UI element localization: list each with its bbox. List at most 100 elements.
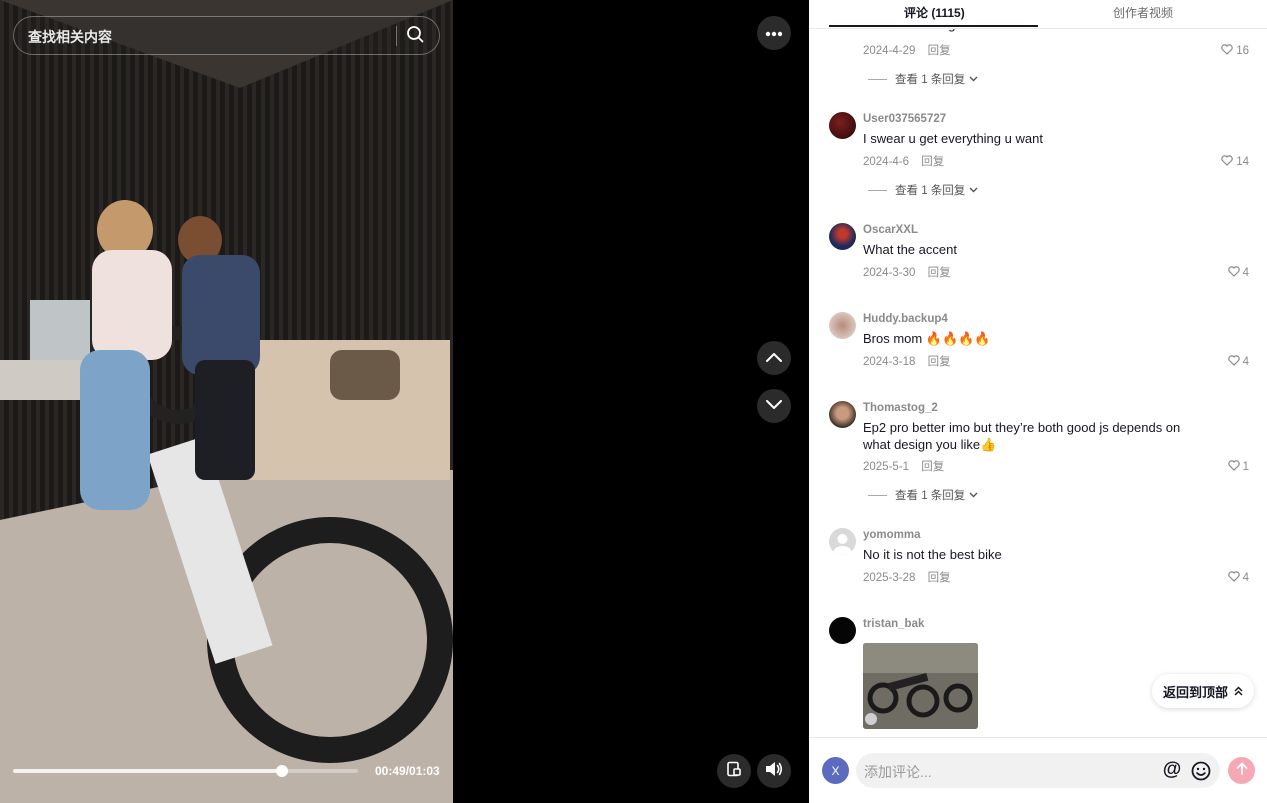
more-options-button[interactable] <box>757 16 791 50</box>
tab-comments[interactable]: 评论 (1115) <box>904 4 965 21</box>
double-chevron-up-icon <box>1234 684 1243 699</box>
comment-text: What the accent <box>863 242 957 257</box>
volume-icon <box>765 761 783 782</box>
avatar[interactable] <box>829 312 856 339</box>
like-button[interactable]: 4 <box>1227 355 1249 369</box>
heart-icon <box>1227 266 1240 280</box>
chevron-down-icon <box>969 73 978 85</box>
more-horizontal-icon <box>765 24 783 42</box>
heart-icon <box>1227 571 1240 585</box>
comment-date: 2024-3-30 <box>863 267 916 279</box>
emoji-icon[interactable] <box>1190 760 1212 782</box>
tab-creator-videos[interactable]: 创作者视频 <box>1113 4 1173 21</box>
video-search-box[interactable]: 查找相关内容 <box>13 16 440 55</box>
like-count: 16 <box>1236 45 1249 57</box>
avatar[interactable] <box>829 112 856 139</box>
comment-username[interactable]: OscarXXL <box>863 224 918 236</box>
comment-username[interactable]: yomomma <box>863 529 921 541</box>
chevron-up-icon <box>766 349 782 367</box>
comment-username[interactable]: User037565727 <box>863 113 946 125</box>
like-count: 1 <box>1242 461 1249 473</box>
picture-in-picture-icon <box>726 761 742 782</box>
video-progress-bar[interactable] <box>13 765 358 777</box>
comment-meta: 2024-4-29 回复 <box>863 42 951 58</box>
reply-button[interactable]: 回复 <box>928 572 951 584</box>
comment-meta: 2024-3-30 回复 <box>863 264 951 280</box>
chevron-down-icon <box>766 397 782 415</box>
like-count: 4 <box>1242 356 1249 368</box>
comment-image[interactable] <box>863 643 978 729</box>
arrow-up-icon <box>1236 762 1248 780</box>
view-replies-label: 查看 1 条回复 <box>895 185 966 197</box>
video-frame[interactable]: 查找相关内容 00:49/01:03 <box>0 0 453 803</box>
reply-button[interactable]: 回复 <box>928 267 951 279</box>
reply-button[interactable]: 回复 <box>928 356 951 368</box>
video-time-readout: 00:49/01:03 <box>375 764 440 778</box>
view-replies-button[interactable]: 查看 1 条回复 <box>868 71 978 87</box>
like-count: 4 <box>1242 267 1249 279</box>
volume-button[interactable] <box>757 754 791 788</box>
view-replies-button[interactable]: 查看 1 条回复 <box>868 487 978 503</box>
back-to-top-label: 返回到顶部 <box>1162 684 1228 700</box>
comment-date: 2024-3-18 <box>863 356 916 368</box>
like-button[interactable]: 16 <box>1221 44 1249 58</box>
comment-meta: 2025-5-1 回复 <box>863 458 944 474</box>
search-placeholder: 查找相关内容 <box>28 29 112 45</box>
send-button[interactable] <box>1228 757 1255 784</box>
heart-icon <box>1221 44 1233 58</box>
comment-input-placeholder: 添加评论... <box>864 764 932 780</box>
heart-icon <box>1227 460 1240 474</box>
view-replies-button[interactable]: 查看 1 条回复 <box>868 182 978 198</box>
like-button[interactable]: 4 <box>1227 266 1249 280</box>
comments-pane: 评论 (1115) 创作者视频 What are bros grades 202… <box>809 0 1267 803</box>
reply-button[interactable]: 回复 <box>921 461 944 473</box>
chevron-down-icon <box>969 184 978 196</box>
mention-icon[interactable]: @ <box>1162 759 1182 780</box>
comment-date: 2024-4-29 <box>863 45 916 57</box>
like-count: 4 <box>1242 572 1249 584</box>
avatar[interactable] <box>829 617 856 644</box>
video-progress-fill <box>13 769 283 773</box>
back-to-top-button[interactable]: 返回到顶部 <box>1152 674 1254 708</box>
bikes-photo <box>863 643 978 729</box>
search-divider <box>396 26 397 46</box>
comment-date: 2024-4-6 <box>863 156 910 168</box>
avatar[interactable]: X <box>822 757 849 784</box>
video-pane: 查找相关内容 00:49/01:03 <box>0 0 809 803</box>
comment-meta: 2025-3-28 回复 <box>863 569 951 585</box>
reply-button[interactable]: 回复 <box>928 45 951 57</box>
next-video-button[interactable] <box>757 389 791 423</box>
comment-text: I swear u get everything u want <box>863 131 1043 146</box>
search-icon[interactable] <box>406 25 430 47</box>
comment-text: No it is not the best bike <box>863 547 1002 562</box>
default-avatar-icon <box>833 534 852 555</box>
comment-text: Bros mom 🔥🔥🔥🔥 <box>863 331 991 346</box>
reply-button[interactable]: 回复 <box>921 156 944 168</box>
comment-input[interactable]: 添加评论... @ <box>856 753 1220 788</box>
active-tab-indicator <box>829 25 1038 27</box>
video-progress-knob[interactable] <box>276 765 289 777</box>
like-button[interactable]: 14 <box>1221 155 1249 169</box>
comments-tabs: 评论 (1115) 创作者视频 <box>809 0 1267 29</box>
like-count: 14 <box>1236 156 1249 168</box>
video-scene-illustration <box>0 0 453 803</box>
picture-in-picture-button[interactable] <box>717 754 751 788</box>
view-replies-label: 查看 1 条回复 <box>895 490 966 502</box>
avatar[interactable] <box>829 223 856 250</box>
comment-meta: 2024-3-18 回复 <box>863 353 951 369</box>
heart-icon <box>1221 155 1233 169</box>
like-button[interactable]: 4 <box>1227 571 1249 585</box>
comment-username[interactable]: Thomastog_2 <box>863 402 938 414</box>
avatar[interactable] <box>829 401 856 428</box>
chevron-down-icon <box>969 489 978 501</box>
comment-composer: X 添加评论... @ <box>809 737 1267 803</box>
comment-meta: 2024-4-6 回复 <box>863 153 944 169</box>
comment-date: 2025-3-28 <box>863 572 916 584</box>
comment-username[interactable]: Huddy.backup4 <box>863 313 948 325</box>
avatar[interactable] <box>829 528 856 555</box>
like-button[interactable]: 1 <box>1227 460 1249 474</box>
comment-text: Ep2 pro better imo but they’re both good… <box>863 420 1181 452</box>
comment-date: 2025-5-1 <box>863 461 910 473</box>
comment-username[interactable]: tristan_bak <box>863 618 924 630</box>
previous-video-button[interactable] <box>757 341 791 375</box>
